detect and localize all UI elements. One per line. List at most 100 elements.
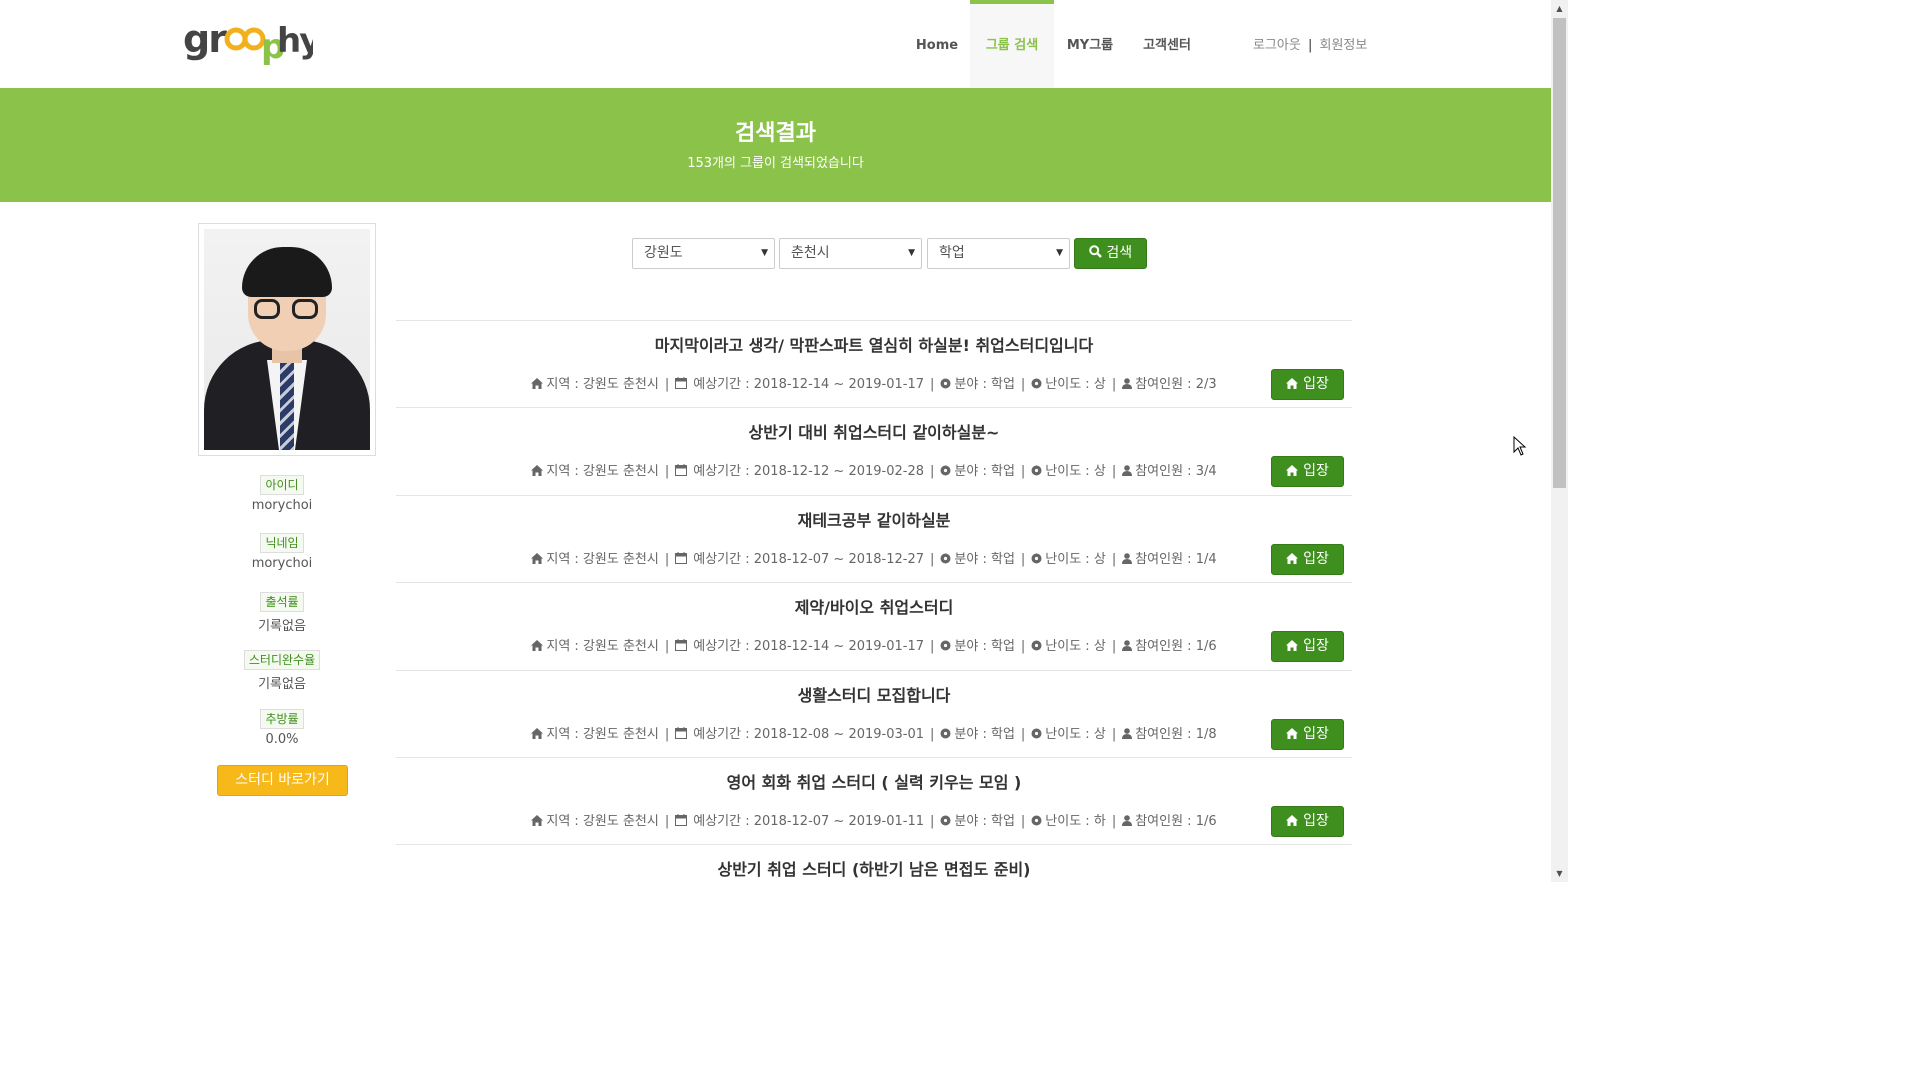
profile-id: 아이디 morychoi bbox=[198, 474, 366, 513]
group-difficulty: 상 bbox=[1093, 464, 1106, 480]
user-icon bbox=[1122, 378, 1133, 389]
group-row: 마지막이라고 생각/ 막판스파트 열심히 하실분! 취업스터디입니다지역 : 강… bbox=[396, 320, 1352, 407]
svg-text:hy: hy bbox=[277, 21, 313, 61]
gear-icon bbox=[1031, 465, 1042, 476]
region-label: 지역 : bbox=[546, 813, 579, 829]
group-title[interactable]: 생활스터디 모집합니다 bbox=[396, 682, 1352, 706]
field-label: 분야 : bbox=[954, 377, 987, 392]
search-button-label: 검색 bbox=[1106, 245, 1133, 261]
period-label: 예상기간 : bbox=[693, 464, 750, 480]
enter-button[interactable]: 입장 bbox=[1271, 456, 1344, 488]
scroll-down-icon[interactable]: ▼ bbox=[1551, 865, 1568, 882]
group-row: 재테크공부 같이하실분지역 : 강원도 춘천시 | 예상기간 : 2018-12-0… bbox=[396, 494, 1352, 582]
page-scrollbar[interactable]: ▲ ▼ bbox=[1551, 0, 1568, 882]
home-icon bbox=[531, 814, 544, 826]
avatar bbox=[204, 229, 370, 450]
profile-completion: 스터디완수율 기록없음 bbox=[198, 649, 366, 692]
enter-button[interactable]: 입장 bbox=[1271, 805, 1344, 837]
scroll-up-icon[interactable]: ▲ bbox=[1551, 0, 1568, 17]
profile-expulsion-label: 추방률 bbox=[260, 709, 304, 729]
category-select[interactable]: 학업 ▼ bbox=[927, 238, 1070, 269]
home-icon bbox=[1286, 378, 1299, 389]
mouse-cursor-icon bbox=[1513, 436, 1527, 456]
banner-title: 검색결과 bbox=[735, 121, 816, 146]
study-shortcut-button[interactable]: 스터디 바로가기 bbox=[217, 765, 348, 796]
user-icon bbox=[1122, 552, 1133, 564]
group-region: 강원도 춘천시 bbox=[582, 726, 659, 742]
group-title[interactable]: 제약/바이오 취업스터디 bbox=[396, 594, 1352, 618]
nav-my-group[interactable]: MY그룹 bbox=[1054, 0, 1126, 88]
calendar-icon bbox=[675, 551, 688, 564]
group-members: 3/4 bbox=[1195, 464, 1217, 480]
home-icon bbox=[531, 465, 544, 477]
nav-group-search[interactable]: 그룹 검색 bbox=[970, 0, 1054, 88]
region-select[interactable]: 강원도 ▼ bbox=[632, 238, 775, 269]
group-meta: 지역 : 강원도 춘천시 | 예상기간 : 2018-12-07 ~ 2018-12… bbox=[396, 548, 1352, 567]
enter-button[interactable]: 입장 bbox=[1271, 369, 1344, 400]
group-meta: 지역 : 강원도 춘천시 | 예상기간 : 2018-12-08 ~ 2019-03… bbox=[396, 723, 1352, 742]
city-select[interactable]: 춘천시 ▼ bbox=[779, 238, 922, 269]
field-label: 분야 : bbox=[954, 551, 987, 567]
gear-icon bbox=[1031, 728, 1042, 739]
group-title[interactable]: 영어 회화 취업 스터디 ( 실력 키우는 모임 ) bbox=[396, 769, 1352, 793]
nav-home[interactable]: Home bbox=[904, 0, 970, 88]
enter-button[interactable]: 입장 bbox=[1271, 543, 1344, 575]
members-label: 참여인원 : bbox=[1135, 639, 1192, 655]
group-region: 강원도 춘천시 bbox=[582, 377, 659, 392]
home-icon bbox=[531, 727, 544, 739]
enter-button-label: 입장 bbox=[1303, 812, 1329, 829]
groophy-logo[interactable]: gr p hy bbox=[183, 17, 323, 67]
group-title[interactable]: 마지막이라고 생각/ 막판스파트 열심히 하실분! 취업스터디입니다 bbox=[396, 332, 1352, 356]
result-banner: 검색결과 153개의 그룹이 검색되었습니다 bbox=[0, 88, 1551, 202]
group-period: 2018-12-12 ~ 2019-02-28 bbox=[753, 464, 925, 480]
user-icon bbox=[1122, 727, 1133, 739]
gear-icon bbox=[940, 728, 951, 739]
region-label: 지역 : bbox=[546, 464, 579, 480]
gear-icon bbox=[940, 553, 951, 564]
group-region: 강원도 춘천시 bbox=[582, 813, 659, 829]
city-select-value: 춘천시 bbox=[791, 245, 830, 261]
group-meta: 지역 : 강원도 춘천시 | 예상기간 : 2018-12-12 ~ 2019-02… bbox=[396, 460, 1352, 479]
search-button[interactable]: 검색 bbox=[1074, 238, 1147, 269]
link-separator: | bbox=[1307, 38, 1313, 53]
profile-nickname-value: morychoi bbox=[251, 556, 313, 571]
profile-nickname: 닉네임 morychoi bbox=[198, 532, 366, 571]
group-difficulty: 상 bbox=[1093, 377, 1106, 392]
profile-id-value: morychoi bbox=[251, 498, 313, 513]
group-title[interactable]: 상반기 대비 취업스터디 같이하실분~ bbox=[396, 419, 1352, 443]
field-label: 분야 : bbox=[954, 464, 987, 480]
user-links: 로그아웃 | 회원정보 bbox=[1253, 0, 1367, 88]
logout-link[interactable]: 로그아웃 bbox=[1253, 38, 1301, 53]
member-info-link[interactable]: 회원정보 bbox=[1320, 38, 1368, 53]
search-icon bbox=[1089, 245, 1102, 258]
user-icon bbox=[1122, 465, 1133, 477]
field-label: 분야 : bbox=[954, 813, 987, 829]
scrollbar-thumb[interactable] bbox=[1553, 18, 1566, 488]
group-meta: 지역 : 강원도 춘천시 | 예상기간 : 2018-12-14 ~ 2019-01… bbox=[396, 373, 1352, 392]
group-title[interactable]: 상반기 취업 스터디 (하반기 남은 면접도 준비) bbox=[396, 856, 1352, 880]
group-difficulty: 하 bbox=[1093, 813, 1106, 829]
calendar-icon bbox=[675, 464, 688, 477]
home-icon bbox=[1286, 727, 1299, 739]
nav-customer-center[interactable]: 고객센터 bbox=[1126, 0, 1208, 88]
group-field: 학업 bbox=[990, 377, 1015, 392]
group-list: 마지막이라고 생각/ 막판스파트 열심히 하실분! 취업스터디입니다지역 : 강… bbox=[396, 320, 1352, 932]
profile-completion-value: 기록없음 bbox=[258, 677, 306, 692]
chevron-down-icon: ▼ bbox=[761, 248, 768, 258]
home-icon bbox=[531, 378, 544, 389]
enter-button-label: 입장 bbox=[1303, 725, 1329, 742]
group-difficulty: 상 bbox=[1093, 726, 1106, 742]
group-field: 학업 bbox=[990, 639, 1015, 655]
members-label: 참여인원 : bbox=[1135, 377, 1192, 392]
group-title[interactable]: 재테크공부 같이하실분 bbox=[396, 507, 1352, 531]
period-label: 예상기간 : bbox=[693, 726, 750, 742]
site-header: gr p hy Home 그룹 검색 MY그룹 고객센터 로그아웃 | 회원정보 bbox=[0, 0, 1551, 88]
field-label: 분야 : bbox=[954, 639, 987, 655]
group-row: 생활스터디 모집합니다지역 : 강원도 춘천시 | 예상기간 : 2018-12-0… bbox=[396, 669, 1352, 757]
group-region: 강원도 춘천시 bbox=[582, 639, 659, 655]
profile-expulsion: 추방률 0.0% bbox=[198, 708, 366, 747]
chevron-down-icon: ▼ bbox=[908, 248, 915, 258]
enter-button[interactable]: 입장 bbox=[1271, 718, 1344, 750]
calendar-icon bbox=[675, 813, 688, 826]
enter-button[interactable]: 입장 bbox=[1271, 631, 1344, 663]
